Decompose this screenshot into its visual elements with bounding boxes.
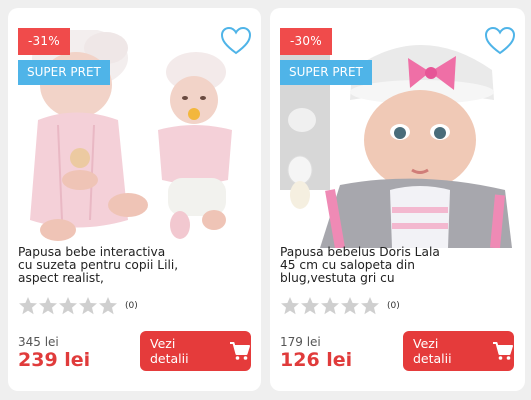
star-icon (320, 296, 340, 316)
product-title[interactable]: Papusa bebe interactiva cu suzeta pentru… (18, 246, 183, 285)
product-title[interactable]: Papusa bebelus Doris Lala 45 cm cu salop… (280, 246, 445, 285)
rating: (0) (280, 295, 400, 317)
view-details-label: Vezi detalii (150, 336, 189, 366)
star-icon (300, 296, 320, 316)
star-icon (78, 296, 98, 316)
old-price: 179 lei (280, 335, 321, 349)
star-icon (340, 296, 360, 316)
shopping-cart-icon (492, 340, 514, 362)
heart-outline-icon[interactable] (219, 24, 253, 58)
discount-badge: -30% (280, 28, 332, 55)
view-details-button[interactable]: Vezi detalii (140, 331, 251, 371)
view-details-label: Vezi detalii (413, 336, 452, 366)
discount-badge: -31% (18, 28, 70, 55)
shopping-cart-icon (229, 340, 251, 362)
current-price: 239 lei (18, 349, 91, 371)
star-icon (38, 296, 58, 316)
star-icon (98, 296, 118, 316)
current-price: 126 lei (280, 349, 353, 371)
review-count: (0) (125, 301, 138, 311)
product-card[interactable]: -31% SUPER PRET Papusa bebe interactiva … (8, 8, 261, 391)
old-price: 345 lei (18, 335, 59, 349)
star-icon (58, 296, 78, 316)
star-icon (280, 296, 300, 316)
super-price-badge: SUPER PRET (18, 60, 110, 85)
star-icon (18, 296, 38, 316)
heart-outline-icon[interactable] (483, 24, 517, 58)
product-card[interactable]: -30% SUPER PRET Papusa bebelus Doris Lal… (270, 8, 525, 391)
super-price-badge: SUPER PRET (280, 60, 372, 85)
review-count: (0) (387, 301, 400, 311)
rating: (0) (18, 295, 138, 317)
view-details-button[interactable]: Vezi detalii (403, 331, 514, 371)
star-icon (360, 296, 380, 316)
